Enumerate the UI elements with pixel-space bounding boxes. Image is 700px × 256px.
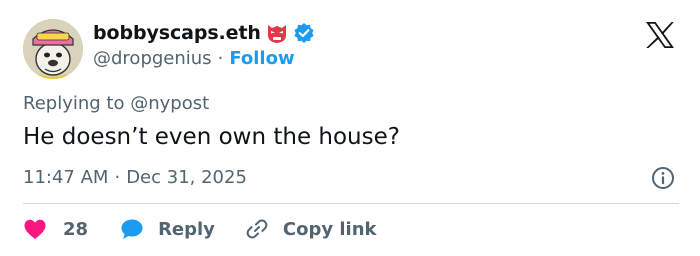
author-display-name[interactable]: bobbyscaps.eth	[93, 22, 261, 44]
bulldog-avatar-image	[23, 19, 83, 79]
author-name-row: bobbyscaps.eth	[93, 20, 315, 46]
verified-badge-icon	[293, 22, 315, 44]
action-bar: 28 Reply Copy link	[23, 215, 377, 243]
reply-context: Replying to @nypost	[23, 93, 209, 114]
author-handle[interactable]: @dropgenius	[93, 48, 212, 69]
x-logo-icon[interactable]	[645, 21, 675, 49]
divider	[23, 203, 679, 204]
reply-button[interactable]: Reply	[120, 218, 215, 240]
speech-bubble-icon	[120, 218, 144, 240]
reply-context-prefix: Replying to	[23, 93, 125, 114]
info-icon[interactable]	[651, 166, 675, 190]
like-count: 28	[63, 218, 89, 240]
follow-button[interactable]: Follow	[229, 48, 294, 69]
meta-separator: ·	[114, 167, 121, 188]
reply-label: Reply	[158, 218, 215, 240]
tweet-time[interactable]: 11:47 AM	[23, 167, 108, 188]
copy-link-label: Copy link	[282, 218, 377, 240]
reply-mention-link[interactable]: @nypost	[130, 93, 209, 114]
red-mask-emoji-icon	[265, 22, 289, 44]
author-handle-row: @dropgenius · Follow	[93, 48, 295, 69]
copy-link-button[interactable]: Copy link	[245, 217, 377, 241]
tweet-date[interactable]: Dec 31, 2025	[126, 167, 247, 188]
heart-icon	[23, 218, 47, 240]
link-icon	[245, 217, 269, 241]
author-avatar[interactable]	[23, 19, 83, 79]
handle-separator: ·	[217, 48, 224, 69]
like-button[interactable]: 28	[23, 218, 88, 240]
tweet-meta: 11:47 AM · Dec 31, 2025	[23, 167, 247, 188]
tweet-text: He doesn’t even own the house?	[23, 124, 400, 150]
